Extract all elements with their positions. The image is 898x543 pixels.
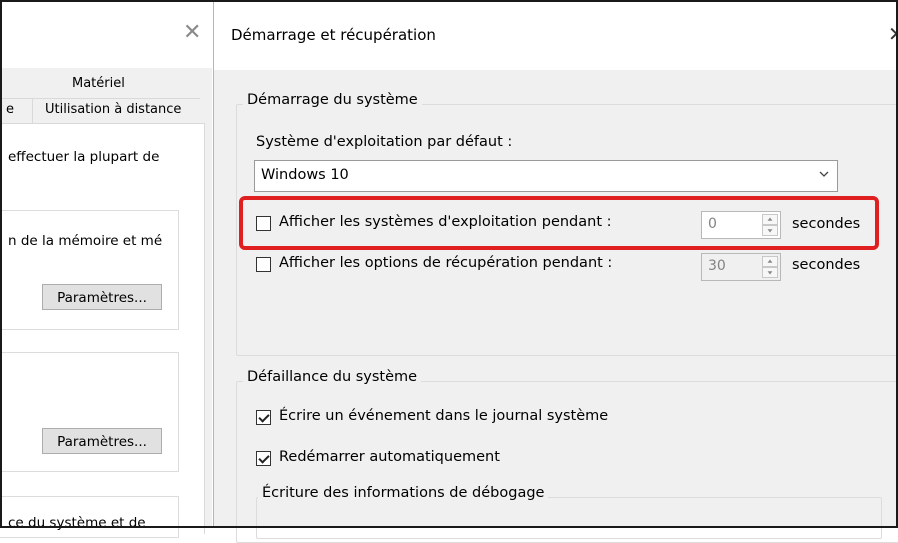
default-os-select[interactable]: Windows 10 bbox=[254, 160, 838, 192]
write-event-label[interactable]: Écrire un événement dans le journal syst… bbox=[279, 408, 608, 424]
write-event-checkbox[interactable] bbox=[256, 410, 271, 425]
show-recovery-label[interactable]: Afficher les options de récupération pen… bbox=[279, 255, 612, 271]
auto-restart-label[interactable]: Redémarrer automatiquement bbox=[279, 449, 500, 465]
tab-hardware[interactable]: Matériel bbox=[72, 76, 125, 91]
startup-recovery-dialog: Démarrage et récupération ✕ Démarrage du… bbox=[213, 0, 898, 543]
performance-group bbox=[0, 210, 179, 330]
recovery-seconds-stepper[interactable]: 30 bbox=[701, 253, 781, 281]
system-startup-legend: Démarrage du système bbox=[243, 92, 422, 108]
highlight-annotation bbox=[239, 196, 879, 250]
system-failure-legend: Défaillance du système bbox=[243, 369, 422, 385]
stepper-buttons bbox=[762, 256, 778, 278]
tab-divider bbox=[32, 99, 33, 123]
close-icon[interactable]: ✕ bbox=[183, 20, 201, 45]
startup-text: ce du système et de bbox=[8, 515, 146, 531]
arrow-up-icon[interactable] bbox=[762, 256, 778, 267]
debug-info-group bbox=[256, 497, 882, 539]
tab-remote[interactable]: Utilisation à distance bbox=[45, 102, 181, 117]
tab-row-top: Matériel bbox=[0, 76, 200, 99]
tab-row-bottom: e Utilisation à distance bbox=[0, 99, 200, 123]
arrow-down-icon[interactable] bbox=[762, 267, 778, 278]
close-icon[interactable]: ✕ bbox=[888, 22, 898, 46]
dialog-title: Démarrage et récupération bbox=[231, 26, 436, 44]
memory-text: n de la mémoire et mé bbox=[8, 233, 163, 249]
settings-button-1[interactable]: Paramètres... bbox=[42, 284, 162, 310]
performance-intro-text: effectuer la plupart de bbox=[8, 149, 160, 165]
show-recovery-checkbox[interactable] bbox=[256, 257, 271, 272]
dialog-titlebar: Démarrage et récupération ✕ bbox=[214, 0, 898, 70]
system-properties-window: ✕ Matériel e Utilisation à distance effe… bbox=[0, 0, 212, 538]
chevron-down-icon bbox=[819, 171, 829, 177]
recovery-seconds-unit: secondes bbox=[792, 257, 861, 273]
default-os-label: Système d'exploitation par défaut : bbox=[256, 134, 513, 150]
auto-restart-checkbox[interactable] bbox=[256, 451, 271, 466]
default-os-value: Windows 10 bbox=[261, 167, 349, 183]
settings-button-2[interactable]: Paramètres... bbox=[42, 428, 162, 454]
tab-advanced-partial[interactable]: e bbox=[6, 102, 14, 117]
recovery-seconds-value: 30 bbox=[708, 258, 726, 274]
debug-info-legend: Écriture des informations de débogage bbox=[258, 485, 549, 501]
left-titlebar: ✕ bbox=[0, 0, 212, 68]
